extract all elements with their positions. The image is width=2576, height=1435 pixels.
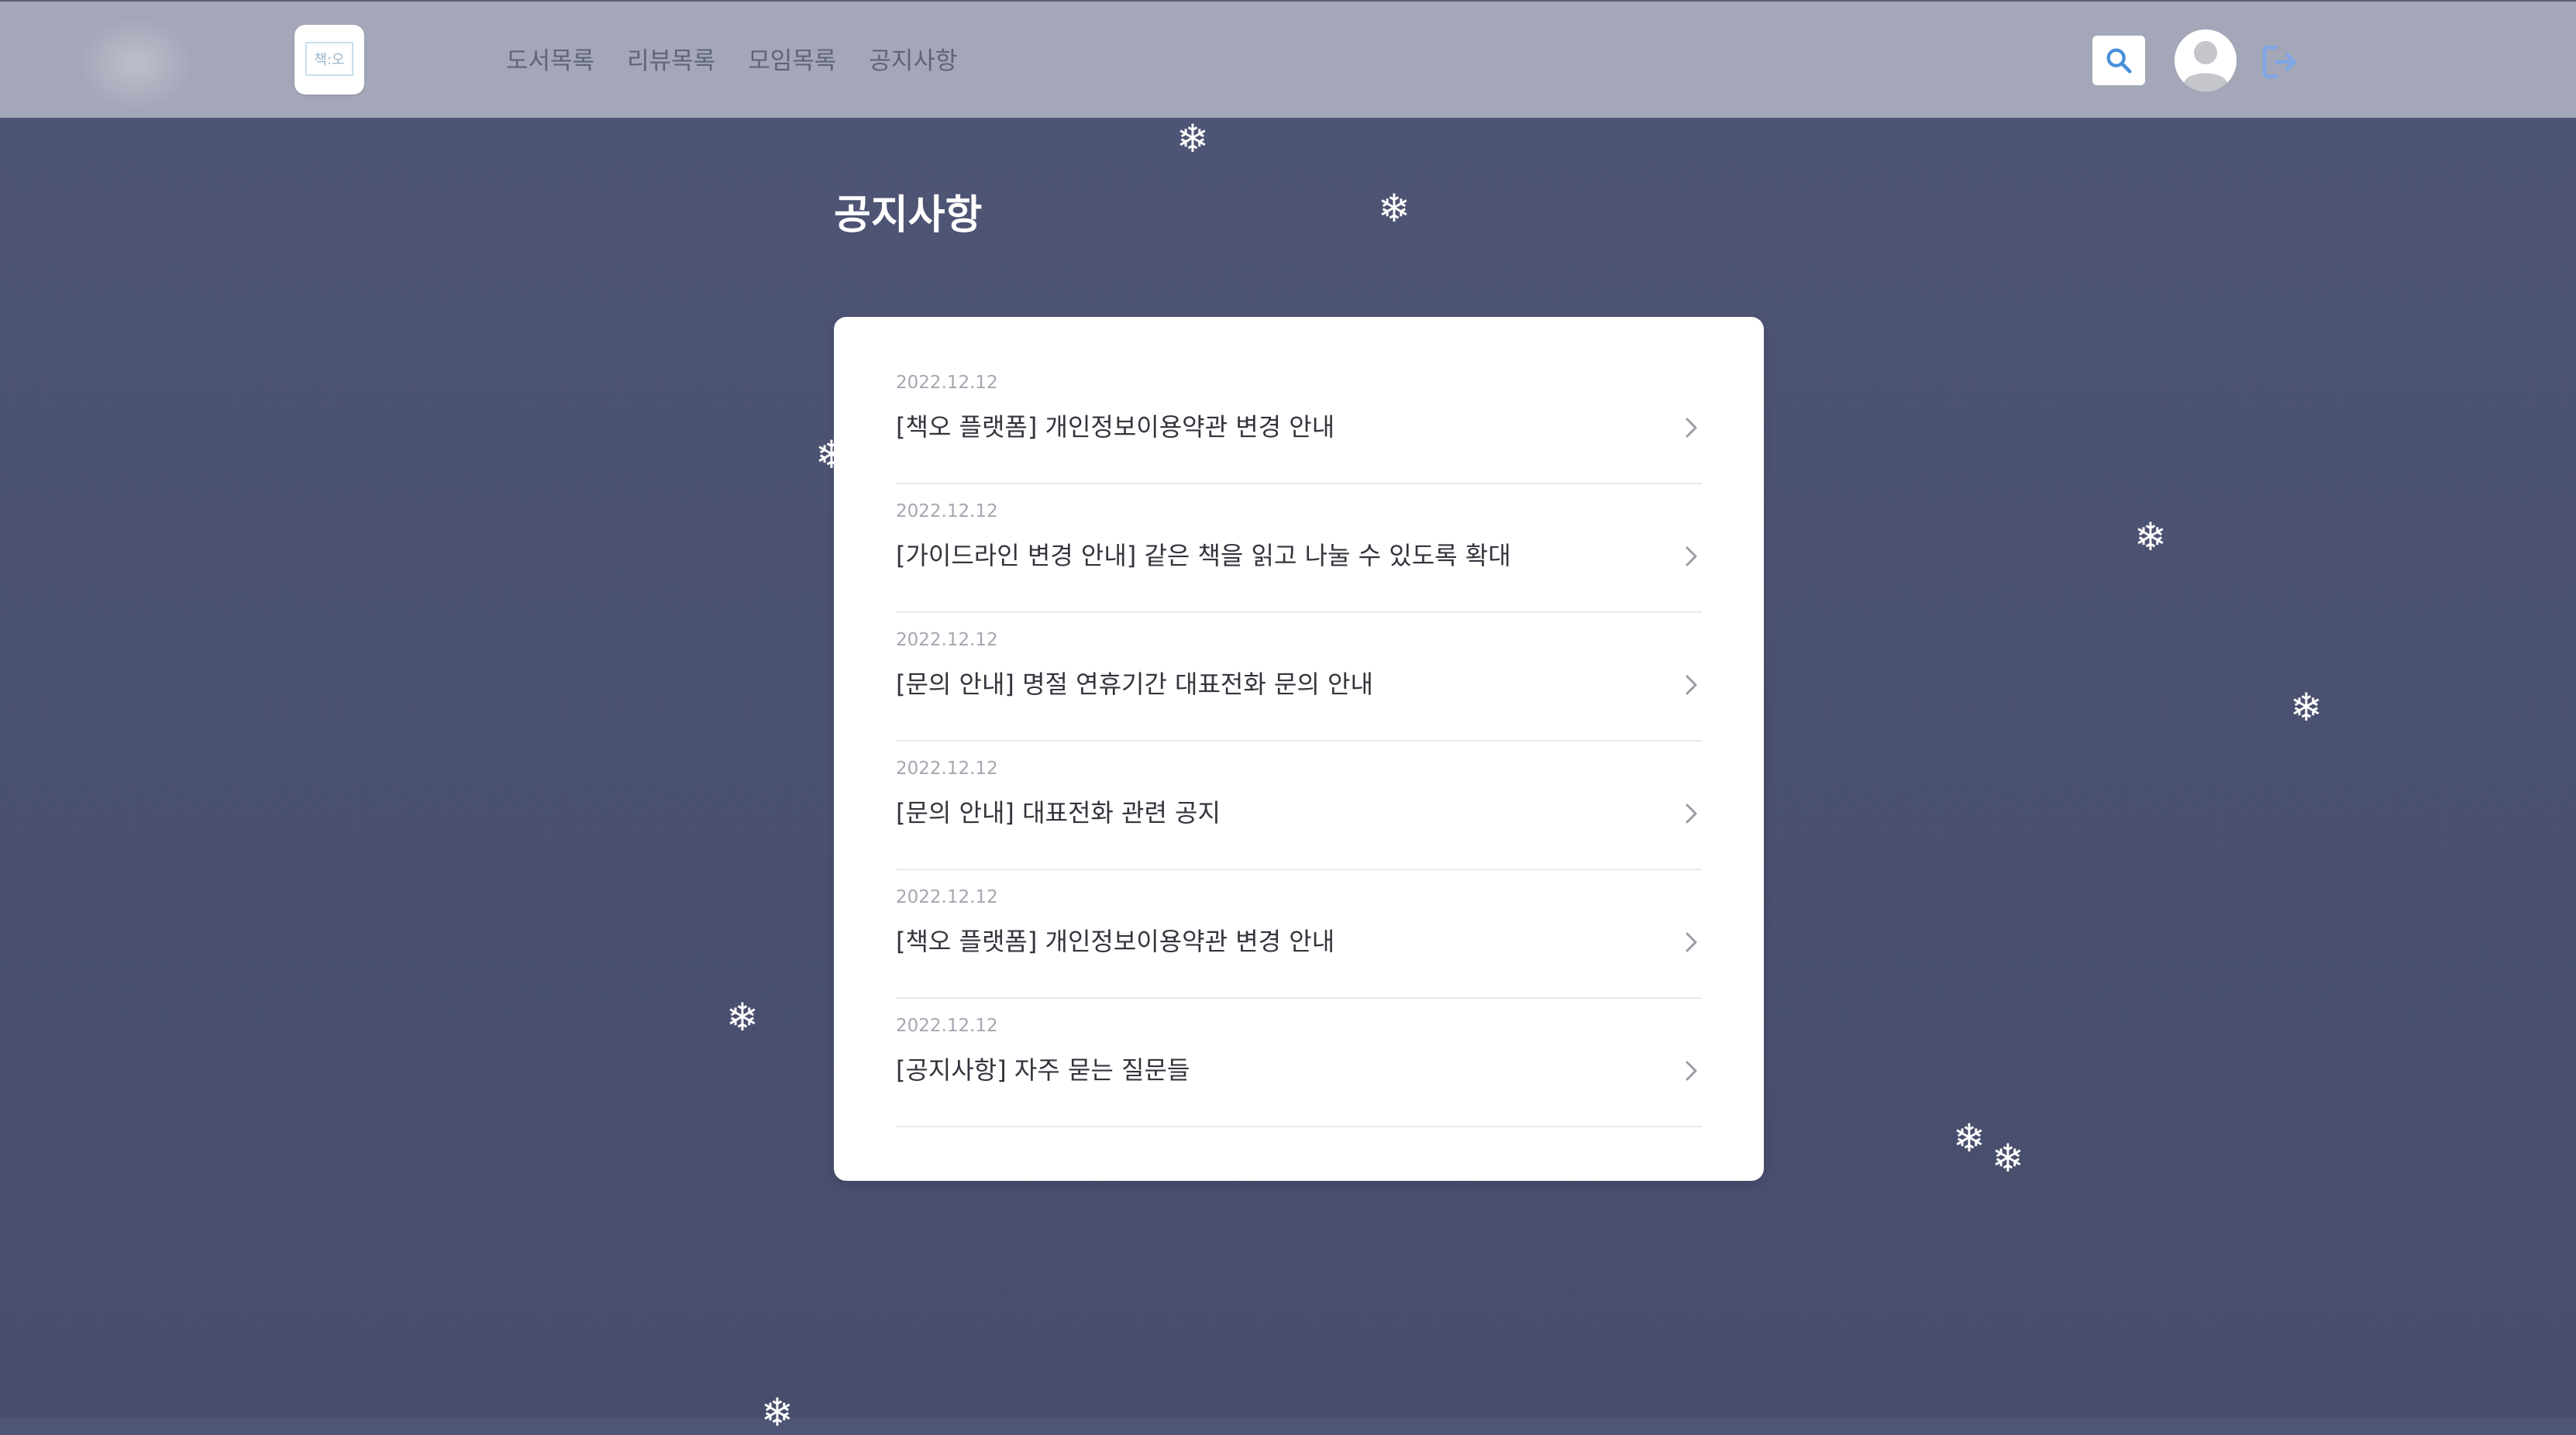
site-logo[interactable]: 책:오	[294, 25, 364, 95]
notice-date: 2022.12.12	[896, 373, 998, 393]
snowflake-icon: ❄	[1378, 186, 1410, 231]
snowflake-icon: ❄	[726, 995, 759, 1040]
notice-title: [가이드라인 변경 안내] 같은 책을 읽고 나눌 수 있도록 확대	[896, 541, 1511, 570]
notice-item[interactable]: 2022.12.12 [문의 안내] 명절 연휴기간 대표전화 문의 안내	[896, 614, 1702, 742]
nav-item-notices[interactable]: 공지사항	[869, 42, 957, 81]
notice-title: [공지사항] 자주 묻는 질문들	[896, 1055, 1190, 1085]
notice-list: 2022.12.12 [책오 플랫폼] 개인정보이용약관 변경 안내 2022.…	[896, 357, 1702, 1129]
header-glow-decoration	[77, 17, 194, 110]
notice-date: 2022.12.12	[896, 1016, 998, 1036]
user-avatar-icon	[2175, 29, 2237, 91]
search-button[interactable]	[2092, 36, 2145, 85]
page-title: 공지사항	[834, 192, 983, 239]
snowflake-icon: ❄	[815, 432, 848, 477]
logout-button[interactable]	[2258, 40, 2302, 84]
chevron-right-icon	[1686, 546, 1697, 566]
nav-item-books[interactable]: 도서목록	[506, 42, 594, 81]
notice-title: [문의 안내] 대표전화 관련 공지	[896, 798, 1221, 828]
snowflake-icon: ❄	[1176, 116, 1209, 161]
search-icon	[2106, 48, 2132, 74]
nav-item-reviews[interactable]: 리뷰목록	[627, 42, 715, 81]
notice-date: 2022.12.12	[896, 501, 998, 521]
chevron-right-icon	[1686, 804, 1697, 824]
chevron-right-icon	[1686, 418, 1697, 438]
notice-title: [책오 플랫폼] 개인정보이용약관 변경 안내	[896, 927, 1335, 956]
logout-icon	[2262, 46, 2296, 78]
user-avatar-button[interactable]	[2175, 29, 2237, 91]
chevron-right-icon	[1686, 1061, 1697, 1081]
notice-card: 2022.12.12 [책오 플랫폼] 개인정보이용약관 변경 안내 2022.…	[834, 317, 1764, 1181]
notice-item[interactable]: 2022.12.12 [책오 플랫폼] 개인정보이용약관 변경 안내	[896, 872, 1702, 999]
chevron-right-icon	[1686, 675, 1697, 695]
notice-item[interactable]: 2022.12.12 [가이드라인 변경 안내] 같은 책을 읽고 나눌 수 있…	[896, 486, 1702, 613]
snowflake-icon: ❄	[2134, 514, 2167, 559]
top-navigation-bar: 책:오 도서목록 리뷰목록 모임목록 공지사항	[0, 0, 2576, 118]
notice-item[interactable]: 2022.12.12 [공지사항] 자주 묻는 질문들	[896, 1000, 1702, 1127]
notice-title: [문의 안내] 명절 연휴기간 대표전화 문의 안내	[896, 669, 1373, 699]
main-nav: 도서목록 리뷰목록 모임목록 공지사항	[506, 42, 957, 81]
notice-date: 2022.12.12	[896, 759, 998, 779]
notice-title: [책오 플랫폼] 개인정보이용약관 변경 안내	[896, 412, 1335, 442]
notice-date: 2022.12.12	[896, 887, 998, 907]
notice-item[interactable]: 2022.12.12 [책오 플랫폼] 개인정보이용약관 변경 안내	[896, 357, 1702, 484]
nav-item-meetings[interactable]: 모임목록	[748, 42, 836, 81]
snowflake-icon: ❄	[761, 1390, 794, 1435]
snowflake-icon: ❄	[1953, 1116, 1985, 1161]
logo-text: 책:오	[305, 42, 353, 76]
notice-item[interactable]: 2022.12.12 [문의 안내] 대표전화 관련 공지	[896, 743, 1702, 870]
notice-date: 2022.12.12	[896, 630, 998, 650]
snowflake-icon: ❄	[1992, 1136, 2024, 1181]
chevron-right-icon	[1686, 932, 1697, 952]
snowflake-icon: ❄	[2290, 685, 2323, 730]
